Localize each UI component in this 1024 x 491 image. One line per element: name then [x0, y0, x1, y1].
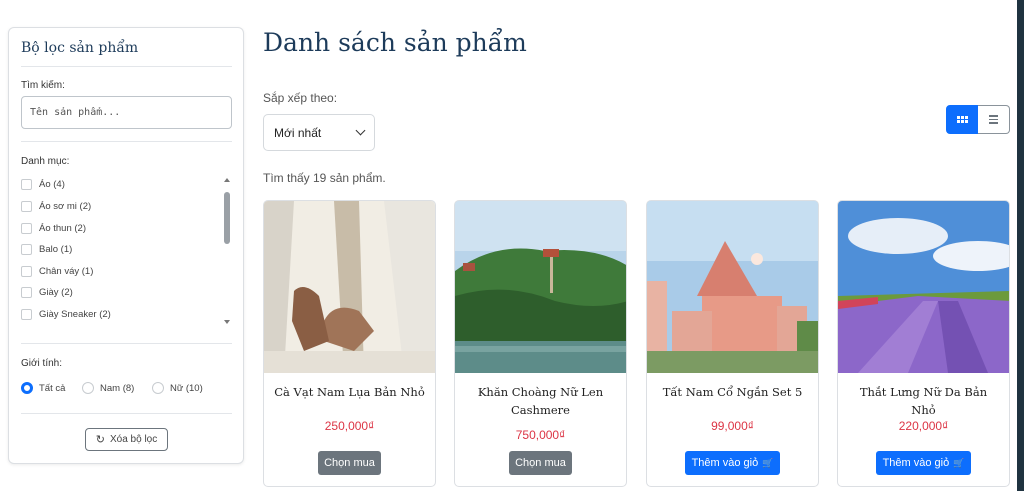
category-label-text: Áo (4): [39, 178, 65, 190]
filter-sidebar: Bộ lọc sản phẩm Tìm kiếm: Danh mục: Áo (…: [8, 27, 244, 464]
category-label-text: Giày (2): [39, 286, 73, 298]
category-list[interactable]: Áo (4) Áo sơ mi (2) Áo thun (2) Balo (1)…: [21, 174, 233, 324]
divider: [21, 413, 232, 414]
divider: [21, 141, 232, 142]
category-item[interactable]: Chân váy (1): [21, 263, 93, 279]
gender-option-all[interactable]: Tất cả: [21, 380, 65, 396]
gender-option-label: Nữ (10): [170, 382, 203, 394]
choose-buy-button[interactable]: Chọn mua: [509, 451, 572, 475]
product-card[interactable]: Khăn Choàng Nữ Len Cashmere 750,000₫ Chọ…: [454, 200, 627, 487]
category-checkbox[interactable]: [21, 286, 32, 298]
gender-label: Giới tính:: [21, 358, 63, 369]
add-to-cart-label: Thêm vào giỏ: [882, 457, 950, 469]
result-count: Tìm thấy 19 sản phẩm.: [263, 171, 386, 185]
category-item[interactable]: Áo (4): [21, 176, 65, 192]
product-price: 250,000₫: [324, 419, 375, 433]
product-image[interactable]: [647, 201, 818, 373]
category-label: Danh mục:: [21, 156, 70, 167]
category-label-text: Giày Sneaker (2): [39, 308, 111, 320]
gender-option-label: Nam (8): [100, 382, 135, 394]
cart-icon: 🛒: [762, 457, 774, 468]
sidebar-title: Bộ lọc sản phẩm: [21, 40, 139, 56]
gender-option-male[interactable]: Nam (8): [82, 380, 134, 396]
window-edge: [1017, 0, 1024, 491]
grid-view-icon: [956, 116, 968, 123]
search-label: Tìm kiếm:: [21, 80, 65, 91]
category-item[interactable]: Áo thun (2): [21, 220, 86, 236]
category-label-text: Balo (1): [39, 243, 73, 255]
category-item[interactable]: Áo sơ mi (2): [21, 198, 91, 214]
category-checkbox[interactable]: [21, 265, 32, 277]
choose-buy-label: Chọn mua: [515, 457, 566, 469]
category-label-text: Áo sơ mi (2): [39, 200, 92, 212]
sort-label: Sắp xếp theo:: [263, 91, 338, 105]
scroll-up-arrow-icon[interactable]: [224, 178, 230, 182]
scroll-down-arrow-icon[interactable]: [224, 320, 230, 324]
sort-value: Mới nhất: [274, 125, 322, 140]
category-item[interactable]: Balo (1): [21, 241, 72, 257]
product-name[interactable]: Khăn Choàng Nữ Len Cashmere: [463, 383, 618, 419]
gender-radio[interactable]: [21, 382, 33, 394]
view-toggle: [946, 105, 1010, 134]
product-price: 750,000₫: [515, 428, 566, 442]
category-label-text: Chân váy (1): [39, 265, 94, 277]
search-input[interactable]: [21, 96, 232, 129]
sort-select[interactable]: Mới nhất: [263, 114, 375, 151]
gender-radio[interactable]: [152, 382, 164, 394]
category-checkbox[interactable]: [21, 243, 32, 255]
category-scrollbar[interactable]: [223, 178, 231, 324]
page-title: Danh sách sản phẩm: [263, 28, 527, 57]
divider: [21, 343, 232, 344]
category-label-text: Áo thun (2): [39, 222, 86, 234]
divider: [21, 66, 232, 67]
product-card[interactable]: Cà Vạt Nam Lụa Bản Nhỏ 250,000₫ Chọn mua: [263, 200, 436, 487]
list-view-icon: [989, 115, 998, 124]
list-view-button[interactable]: [978, 105, 1010, 134]
add-to-cart-label: Thêm vào giỏ: [691, 457, 759, 469]
product-card[interactable]: Thắt Lưng Nữ Da Bản Nhỏ 220,000₫ Thêm và…: [837, 200, 1010, 487]
gender-radio[interactable]: [82, 382, 94, 394]
scroll-thumb[interactable]: [224, 192, 230, 244]
category-checkbox[interactable]: [21, 308, 32, 320]
refresh-icon: ↻: [95, 434, 105, 446]
category-item[interactable]: Giày Sneaker (2): [21, 306, 111, 322]
gender-option-label: Tất cả: [39, 382, 66, 394]
choose-buy-label: Chọn mua: [324, 457, 375, 469]
product-name[interactable]: Thắt Lưng Nữ Da Bản Nhỏ: [846, 383, 1001, 419]
category-checkbox[interactable]: [21, 222, 32, 234]
product-image[interactable]: [264, 201, 435, 373]
product-image[interactable]: [838, 201, 1009, 373]
product-image[interactable]: [455, 201, 626, 373]
category-checkbox[interactable]: [21, 178, 32, 190]
product-card[interactable]: Tất Nam Cổ Ngắn Set 5 99,000₫ Thêm vào g…: [646, 200, 819, 487]
clear-filter-button[interactable]: ↻ Xóa bộ lọc: [85, 428, 168, 451]
add-to-cart-button[interactable]: Thêm vào giỏ 🛒: [876, 451, 971, 475]
grid-view-button[interactable]: [946, 105, 978, 134]
product-price: 220,000₫: [898, 419, 949, 433]
cart-icon: 🛒: [953, 457, 965, 468]
category-item[interactable]: Giày (2): [21, 284, 73, 300]
gender-option-female[interactable]: Nữ (10): [152, 380, 203, 396]
category-checkbox[interactable]: [21, 200, 32, 212]
product-name[interactable]: Tất Nam Cổ Ngắn Set 5: [655, 383, 810, 401]
clear-filter-label: Xóa bộ lọc: [109, 434, 158, 445]
choose-buy-button[interactable]: Chọn mua: [318, 451, 381, 475]
product-price: 99,000₫: [711, 419, 754, 433]
product-name[interactable]: Cà Vạt Nam Lụa Bản Nhỏ: [272, 383, 427, 401]
chevron-down-icon: [355, 125, 366, 136]
add-to-cart-button[interactable]: Thêm vào giỏ 🛒: [685, 451, 780, 475]
